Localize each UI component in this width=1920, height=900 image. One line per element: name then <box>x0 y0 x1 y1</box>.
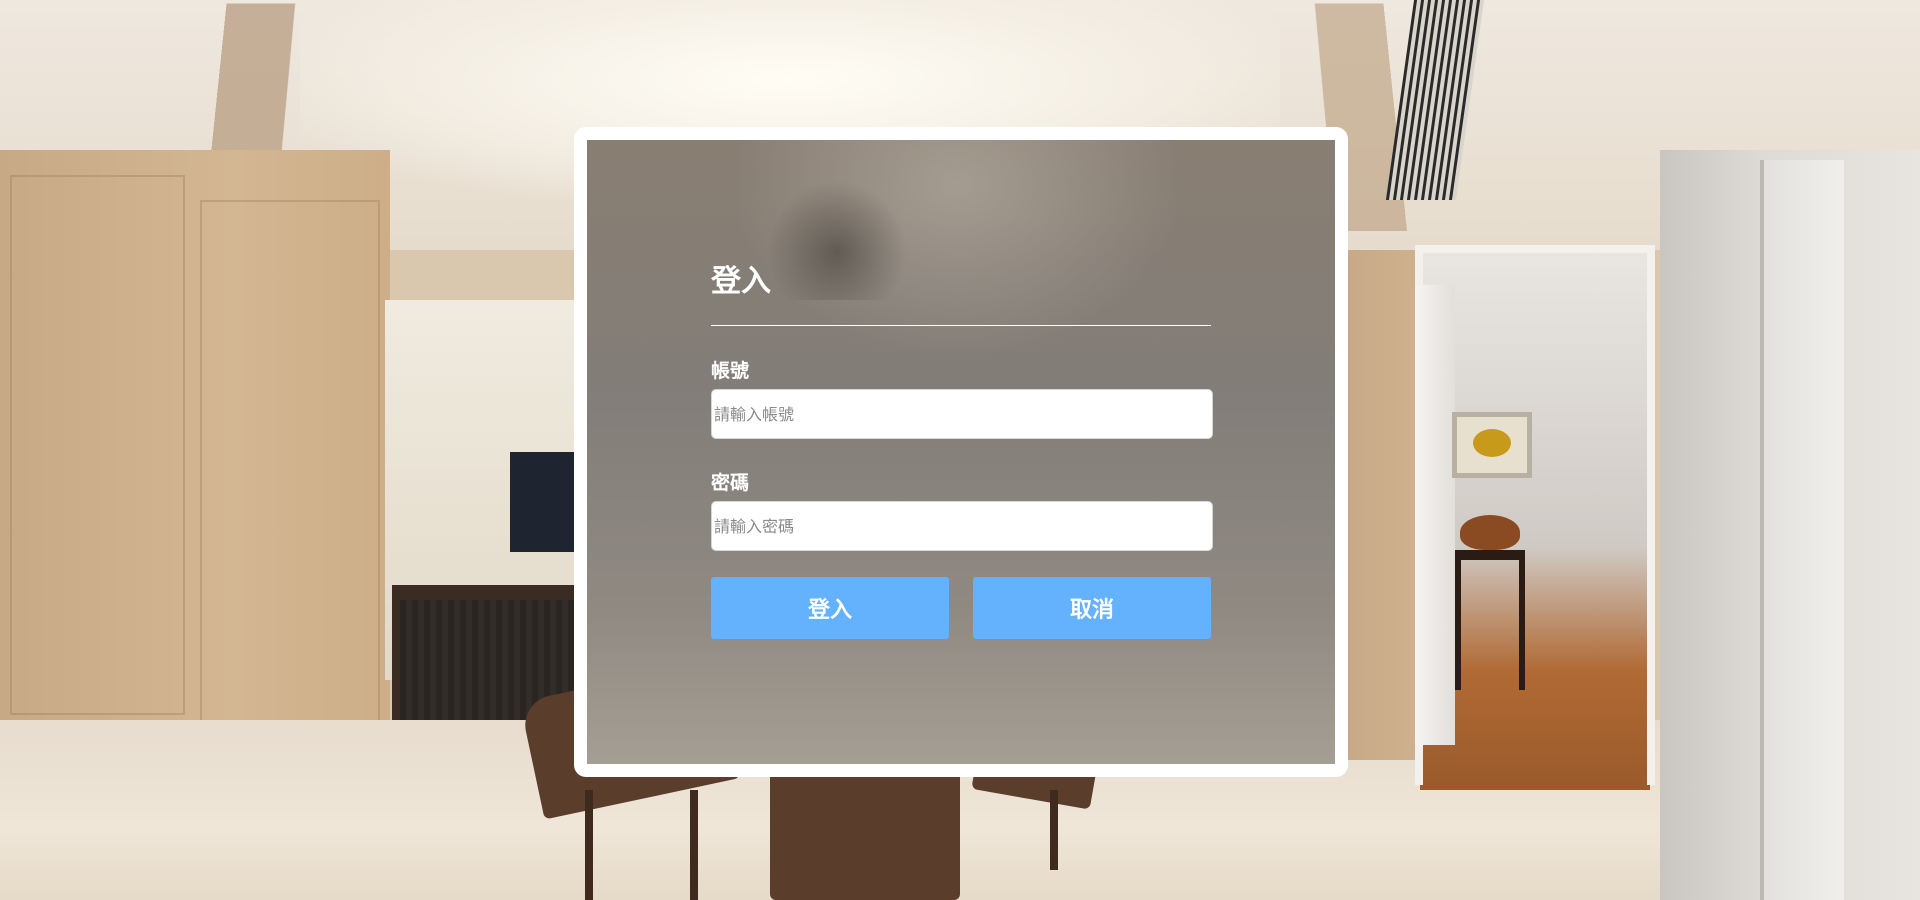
bg-painting <box>1452 412 1532 478</box>
bg-wood-panel <box>200 200 380 810</box>
title-divider <box>711 325 1211 326</box>
account-input[interactable] <box>711 389 1213 439</box>
bg-chair-leg <box>690 790 698 900</box>
bg-wood-panel <box>10 175 185 715</box>
bg-chair-leg <box>585 790 593 900</box>
password-input[interactable] <box>711 501 1213 551</box>
bg-chair-leg <box>1050 790 1058 870</box>
login-button[interactable]: 登入 <box>711 577 949 639</box>
bg-vase <box>1460 515 1520 550</box>
cancel-button[interactable]: 取消 <box>973 577 1211 639</box>
bg-tall-door <box>1760 160 1844 900</box>
login-form: 登入 帳號 密碼 登入 取消 <box>711 260 1213 639</box>
bg-open-door <box>1415 285 1455 745</box>
login-title: 登入 <box>711 264 771 299</box>
background-photo: 登入 帳號 密碼 登入 取消 <box>0 0 1920 900</box>
password-label: 密碼 <box>711 472 750 494</box>
login-card: 登入 帳號 密碼 登入 取消 <box>574 127 1348 777</box>
bg-side-table <box>1455 550 1525 690</box>
login-card-backdrop: 登入 帳號 密碼 登入 取消 <box>587 140 1335 764</box>
button-row: 登入 取消 <box>711 577 1211 639</box>
account-label: 帳號 <box>711 360 750 382</box>
